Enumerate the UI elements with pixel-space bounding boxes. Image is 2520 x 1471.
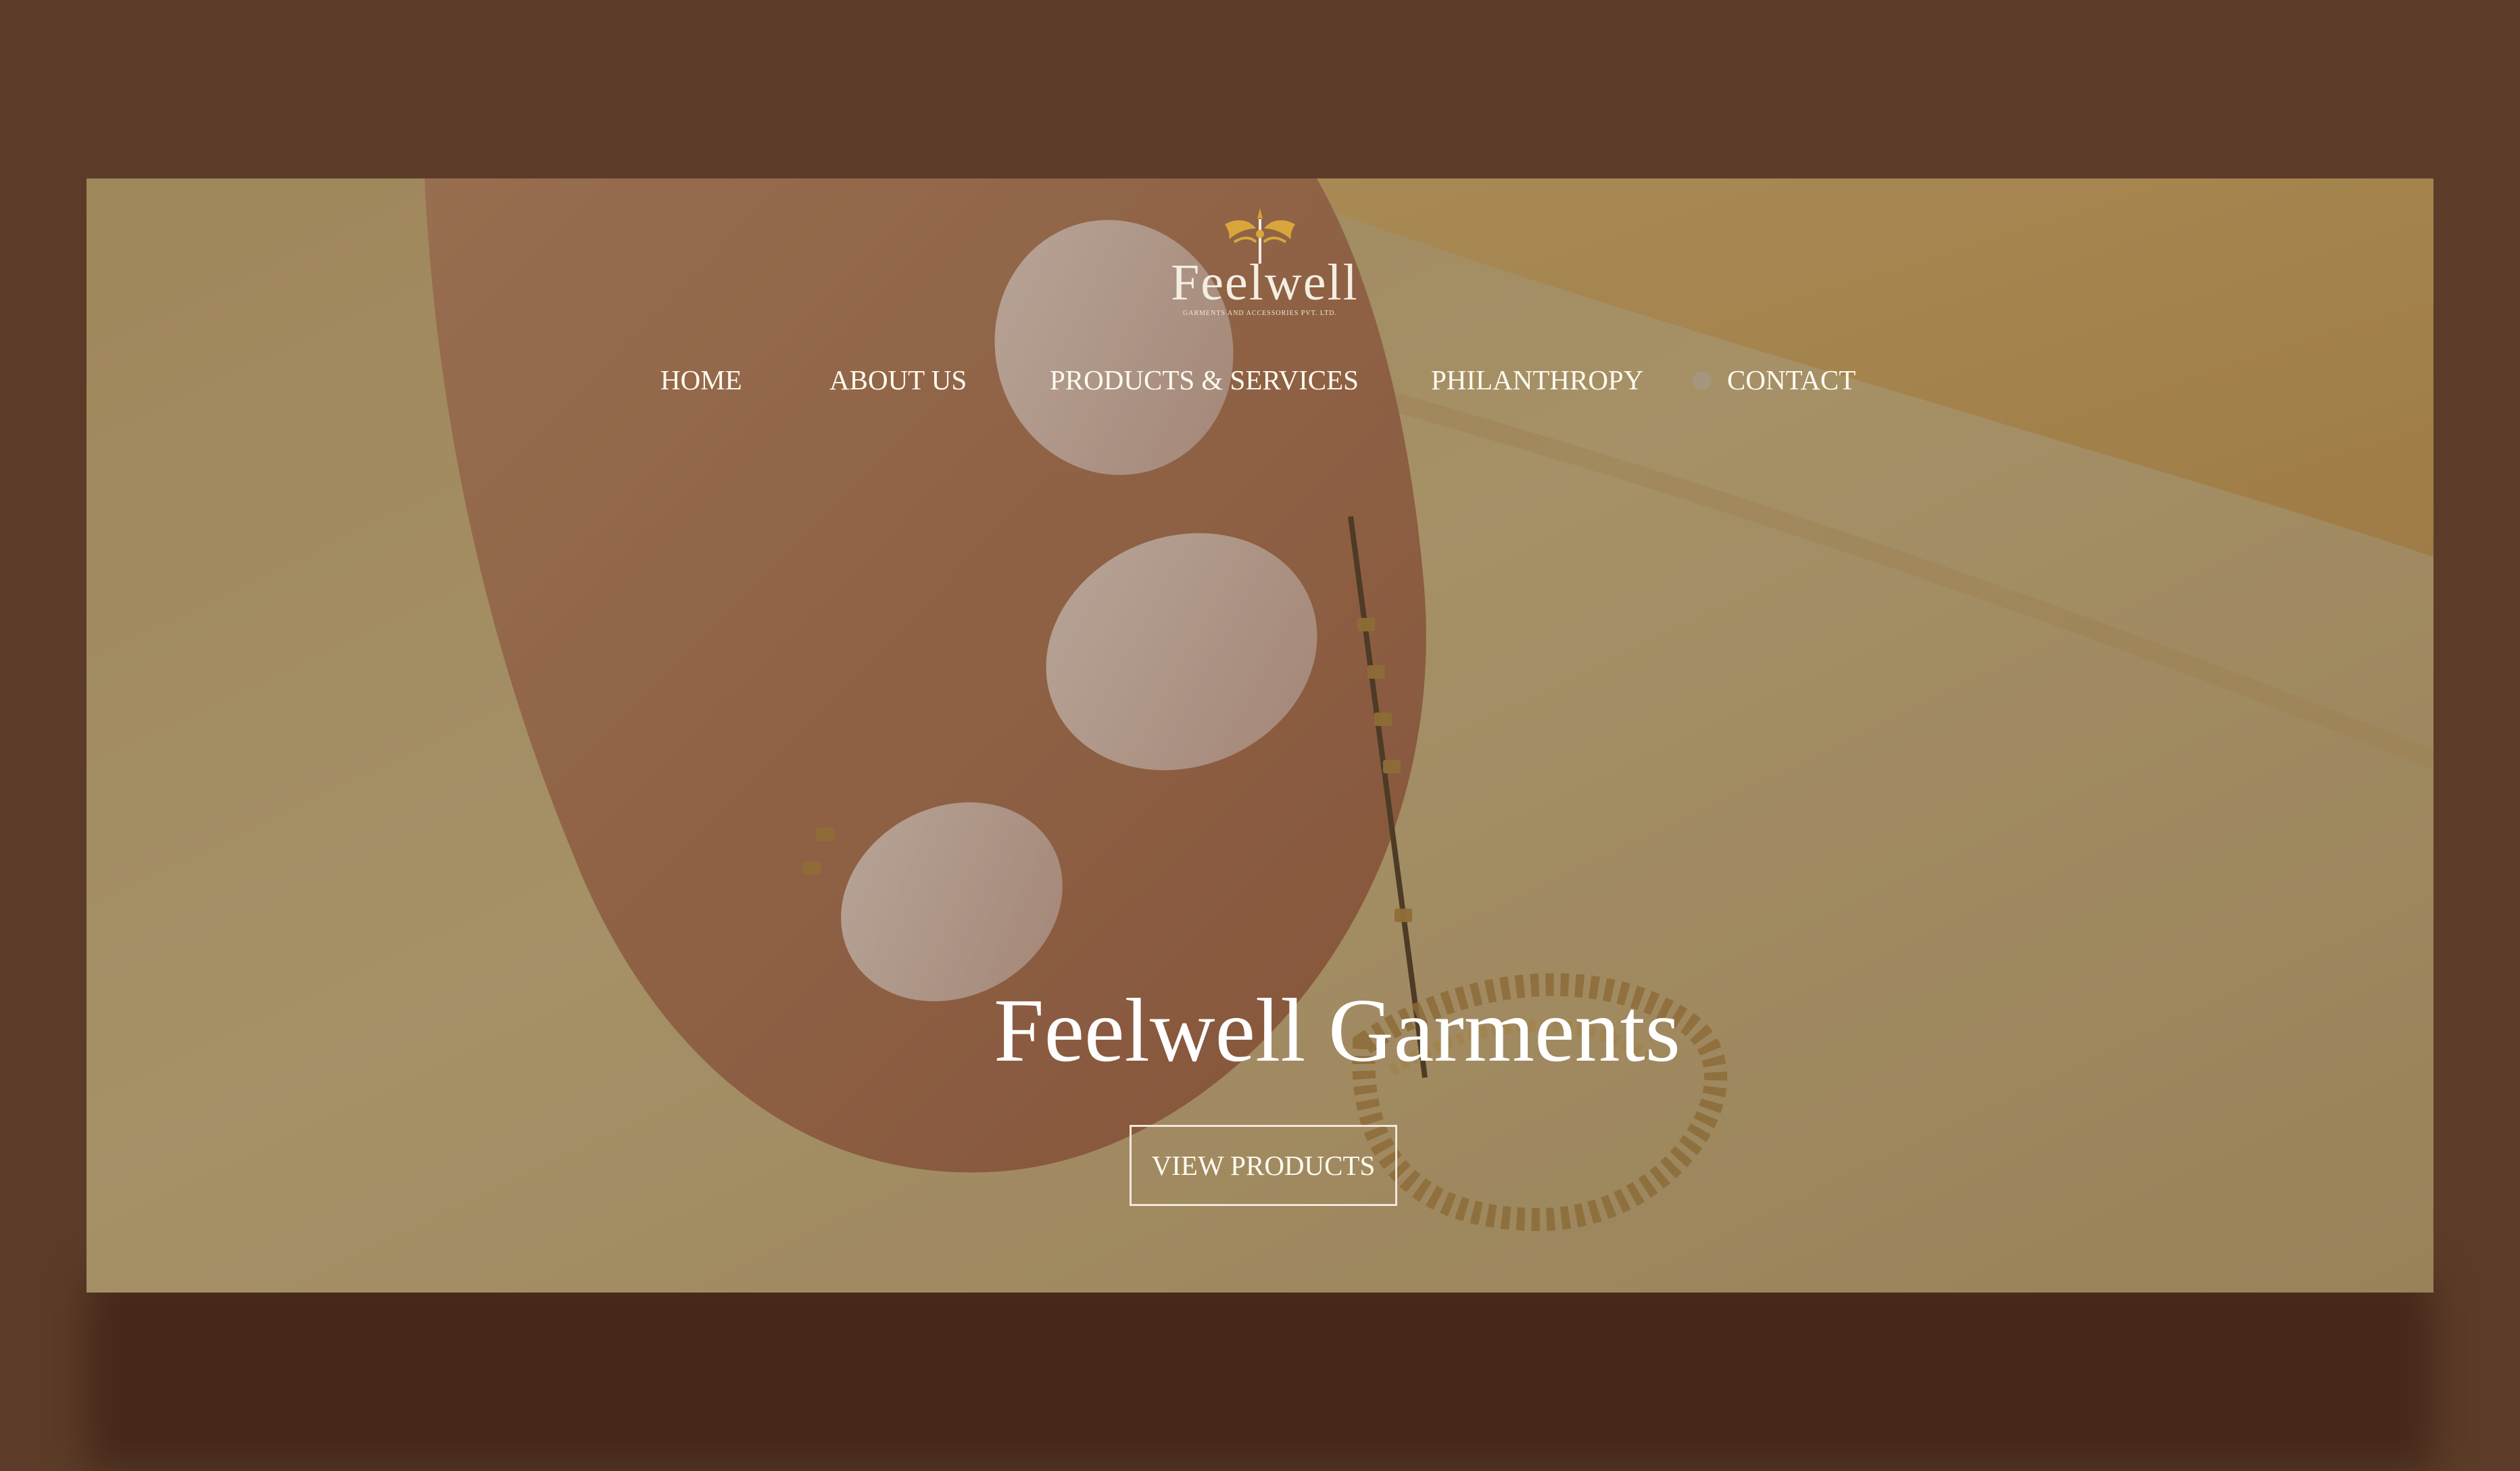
nav-contact-link[interactable]: CONTACT — [1727, 362, 1856, 397]
view-products-label: VIEW PRODUCTS — [1151, 1150, 1376, 1181]
nav-about-us-link[interactable]: ABOUT US — [829, 362, 967, 397]
hero-title: Feelwell Garments — [994, 980, 1680, 1080]
frame-shadow — [87, 1271, 2433, 1471]
logo-text: Feelwell — [1171, 254, 1359, 311]
nav-products-services-link[interactable]: PRODUCTS & SERVICES — [1050, 362, 1359, 397]
nav-home-link[interactable]: HOME — [660, 362, 742, 397]
site-logo[interactable]: Feelwell GARMENTS AND ACCESSORIES PVT. L… — [1171, 206, 1359, 341]
logo-subtitle: GARMENTS AND ACCESSORIES PVT. LTD. — [1183, 310, 1337, 317]
view-products-button[interactable]: VIEW PRODUCTS — [1130, 1125, 1397, 1206]
hero-section: Feelwell GARMENTS AND ACCESSORIES PVT. L… — [87, 178, 2433, 1293]
nav-philanthropy-link[interactable]: PHILANTHROPY — [1431, 362, 1643, 397]
